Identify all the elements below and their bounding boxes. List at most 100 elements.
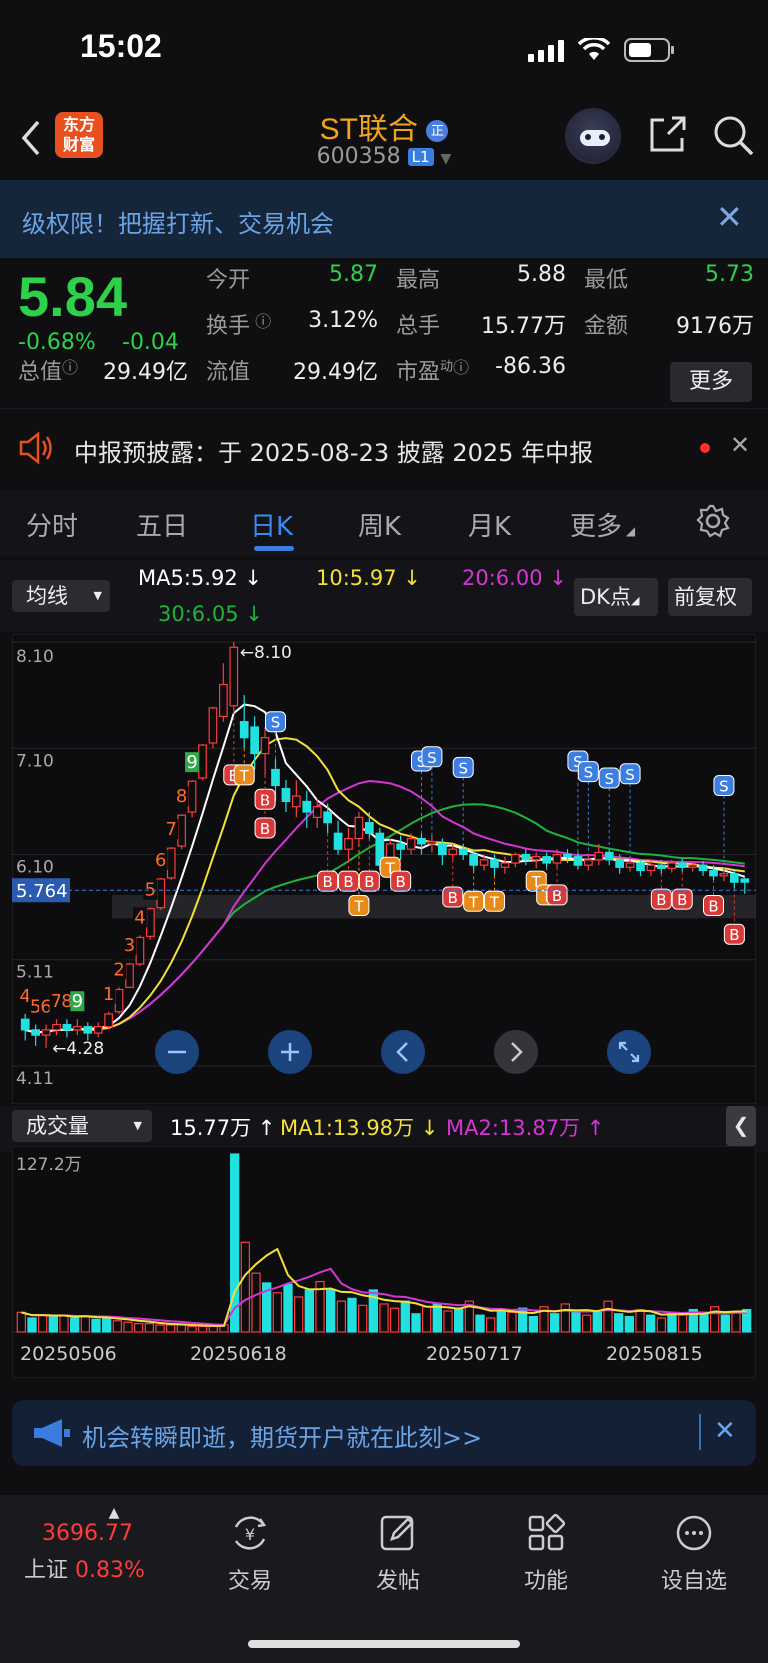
tab-intraday[interactable]: 分时 — [26, 506, 78, 543]
low-label: 最低 — [584, 268, 629, 293]
indicator-selector[interactable]: 均线 ▼ — [12, 580, 110, 612]
volume-bar — [731, 1311, 741, 1333]
volume-bar — [155, 1324, 165, 1333]
turnover-label[interactable]: 换手 ⓘ — [206, 308, 271, 340]
adjust-mode-button[interactable]: 前复权 — [668, 578, 752, 616]
y-tick-label: 4.11 — [16, 1069, 54, 1089]
share-icon[interactable] — [648, 114, 688, 154]
svg-text:¥: ¥ — [245, 1525, 255, 1544]
stock-type-badge: 正 — [426, 120, 449, 143]
info-icon[interactable]: ⓘ — [453, 358, 469, 377]
candle-body — [458, 848, 468, 856]
ma-legend: 均线 ▼ MA5:5.92 ↓ 10:5.97 ↓ 20:6.00 ↓ 30:6.… — [0, 560, 768, 632]
tab-monthly-k[interactable]: 月K — [468, 506, 511, 543]
candle-body — [344, 837, 353, 850]
nine-turn-digit: 2 — [113, 959, 124, 980]
candle-body — [604, 851, 614, 861]
trade-icon: ¥ — [234, 1516, 267, 1550]
scroll-left-button[interactable] — [381, 1030, 425, 1074]
date-tick-label: 20250618 — [190, 1343, 287, 1365]
candle-body — [396, 843, 405, 850]
zoom-out-button[interactable] — [155, 1030, 199, 1074]
candle-body — [740, 878, 750, 883]
candle-body — [219, 683, 228, 717]
candle-body — [260, 737, 270, 755]
volume-bar — [496, 1308, 506, 1333]
volume-bar — [326, 1289, 336, 1333]
collapse-icon[interactable]: ❮ — [726, 1106, 756, 1146]
candle-body — [365, 822, 374, 834]
market-cap-label[interactable]: 总值ⓘ — [18, 354, 78, 386]
candle-body — [646, 864, 656, 872]
close-icon[interactable]: ✕ — [714, 1416, 736, 1446]
more-button[interactable]: 更多 — [670, 362, 752, 402]
candle-body — [698, 864, 708, 872]
volume-bar — [198, 1325, 208, 1333]
signal-letter: S — [604, 770, 614, 788]
volume-bar — [304, 1289, 314, 1333]
promo-text: 机会转瞬即逝，期货开户就在此刻>> — [82, 1424, 483, 1452]
volume-bar — [507, 1311, 517, 1333]
notice-bar[interactable]: 中报预披露：于 2025-08-23 披露 2025 年中报 ✕ — [0, 408, 768, 486]
control-button-bg — [381, 1030, 425, 1074]
volume-bar — [699, 1313, 709, 1333]
nav-post[interactable]: 发帖 — [348, 1513, 448, 1595]
candle-body — [677, 862, 687, 868]
candle-body — [20, 1018, 30, 1031]
futures-promo[interactable]: 机会转瞬即逝，期货开户就在此刻>> ✕ — [12, 1400, 756, 1466]
volume-bar — [635, 1308, 645, 1333]
signal-letter: B — [448, 889, 458, 907]
search-icon[interactable] — [712, 114, 754, 156]
open-label: 今开 — [206, 268, 251, 293]
nav-trade[interactable]: ¥ 交易 — [200, 1513, 300, 1595]
volume-bar — [411, 1313, 421, 1333]
pe-label[interactable]: 市盈动ⓘ — [396, 354, 469, 386]
volume-ma1: MA1:13.98万 ↓ — [280, 1116, 439, 1140]
tab-five-day[interactable]: 五日 — [136, 506, 188, 543]
candle-body — [709, 869, 718, 877]
volume-bar — [91, 1318, 101, 1333]
low-label: ←4.28 — [52, 1039, 104, 1059]
ai-assistant-avatar[interactable] — [565, 108, 621, 164]
nav-functions[interactable]: 功能 — [496, 1513, 596, 1595]
scroll-right-button[interactable] — [494, 1030, 538, 1074]
info-icon[interactable]: ⓘ — [250, 312, 271, 331]
candle-body — [250, 726, 259, 755]
stock-header: 东方 财富 ST联合 正 600358 L1 ▼ — [0, 100, 768, 180]
volume-bar — [166, 1324, 176, 1333]
volume-ma2: MA2:13.87万 ↑ — [446, 1116, 605, 1140]
dk-point-button[interactable]: DK点◢ — [574, 578, 658, 616]
volume-bar — [208, 1325, 218, 1333]
index-ticker[interactable]: ▲ 3696.77 上证 0.83% — [24, 1505, 164, 1584]
turnover-value: 3.12% — [308, 308, 378, 333]
high-label: 最高 — [396, 268, 441, 293]
volume-bar — [112, 1320, 122, 1333]
volume-bar — [486, 1317, 496, 1333]
nav-watchlist[interactable]: 设自选 — [644, 1513, 744, 1595]
candle-body — [479, 859, 489, 866]
tab-weekly-k[interactable]: 周K — [358, 506, 401, 543]
volume-bar — [347, 1297, 357, 1333]
info-icon[interactable]: ⓘ — [62, 358, 78, 377]
candle-body — [62, 1023, 72, 1031]
nine-turn-count: 7 — [164, 819, 179, 840]
close-icon[interactable]: ✕ — [730, 431, 750, 459]
amount-value: 9176万 — [676, 314, 754, 339]
volume-chart[interactable]: 127.2万 20250506 20250618 20250717 20250815 — [12, 1146, 756, 1378]
fullscreen-button[interactable] — [607, 1030, 651, 1074]
candle-body — [657, 864, 666, 869]
tab-daily-k[interactable]: 日K — [250, 506, 293, 543]
volume-indicator-selector[interactable]: 成交量 ▼ — [12, 1110, 152, 1142]
promo-banner[interactable]: 级权限！把握打新、交易机会 ✕ — [0, 180, 768, 258]
quote-panel: 5.84 -0.68% -0.04 今开 5.87 最高 5.88 最低 5.7… — [0, 258, 768, 408]
index-value: 3696.77 — [42, 1521, 133, 1546]
volume-bar — [720, 1314, 730, 1333]
volume-bar — [582, 1314, 592, 1333]
candle-body — [166, 847, 176, 879]
kline-chart[interactable]: 8.107.106.105.114.11456789123456789BTBSB… — [12, 634, 756, 1104]
zoom-in-button[interactable] — [268, 1030, 312, 1074]
close-icon[interactable]: ✕ — [716, 198, 743, 236]
level-badge: L1 — [407, 148, 434, 166]
tab-more[interactable]: 更多 ◢ — [570, 506, 635, 543]
settings-gear-icon[interactable] — [696, 504, 730, 538]
